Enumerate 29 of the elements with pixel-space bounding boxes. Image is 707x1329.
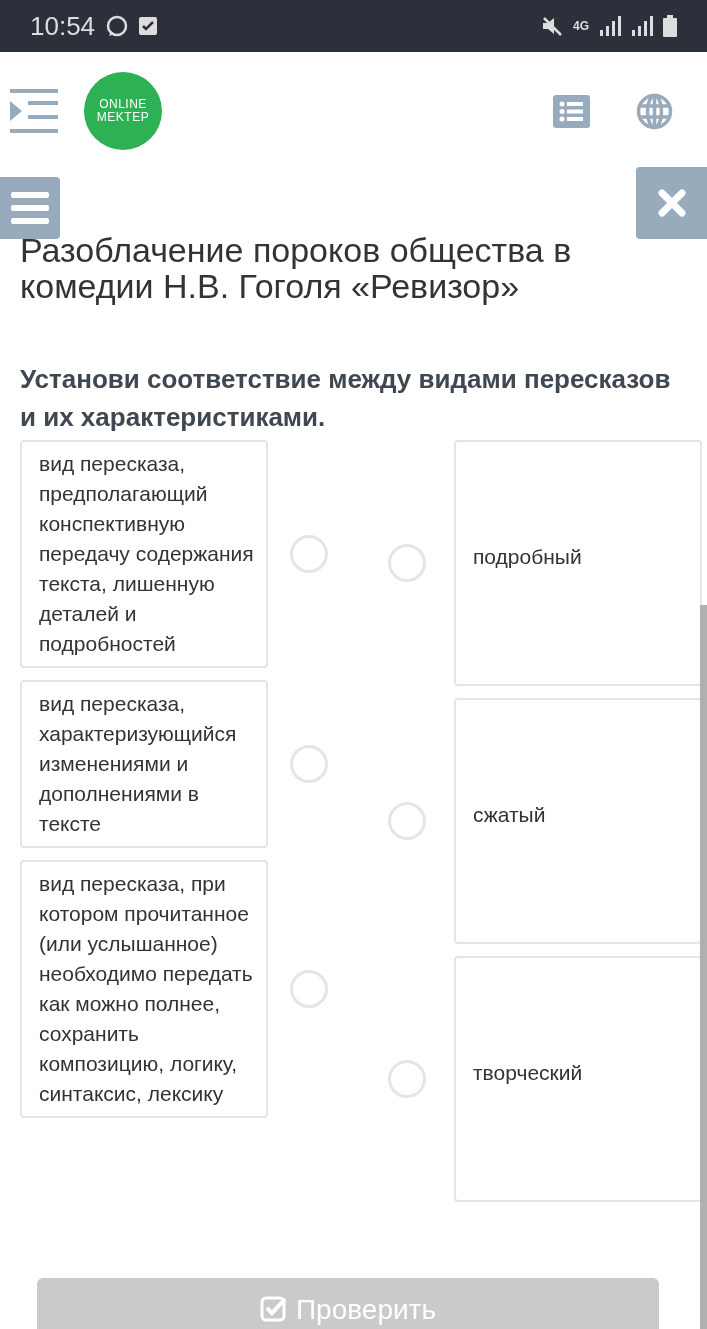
signal-icon	[631, 16, 653, 36]
match-card[interactable]: вид пересказа, предполагающий конспективную передачу содержания текста, лишенную деталей и подробностей	[20, 440, 268, 668]
match-card[interactable]: вид пересказа, характеризующийся изменениями и дополнениями в тексте	[20, 680, 268, 848]
connector-dot[interactable]	[388, 544, 426, 582]
scrollbar[interactable]	[700, 605, 707, 1329]
list-icon[interactable]	[553, 94, 590, 128]
clock: 10:54	[30, 10, 96, 42]
connector-dot[interactable]	[290, 970, 328, 1008]
network-label: 4G	[573, 20, 589, 32]
close-button[interactable]	[636, 167, 707, 239]
menu-icon	[11, 192, 49, 224]
chat-icon	[105, 14, 130, 38]
checkbox-icon	[139, 17, 158, 35]
page-title: Разоблачение пороков общества в комедии Н.В. Гоголя «Ревизор»	[20, 232, 573, 304]
connector-dot[interactable]	[290, 745, 328, 783]
signal-icon	[599, 16, 621, 36]
question-text: Установи соответствие между видами пересказов и их характеристиками.	[20, 363, 672, 434]
sidebar-toggle-icon[interactable]	[10, 89, 58, 133]
mute-icon	[541, 15, 563, 37]
connector-dot[interactable]	[388, 1060, 426, 1098]
match-card[interactable]: подробный	[454, 440, 702, 686]
globe-icon[interactable]	[636, 92, 673, 130]
connector-dot[interactable]	[290, 535, 328, 573]
battery-icon	[663, 15, 677, 37]
checkbox-icon	[260, 1294, 288, 1322]
menu-button[interactable]	[0, 177, 60, 239]
connector-dot[interactable]	[388, 802, 426, 840]
match-card[interactable]: вид пересказа, при котором прочитанное (или услышанное) необходимо передать как можно полнее, сохранить композицию, логику, синтаксис, лексику	[20, 860, 268, 1118]
close-icon	[657, 189, 686, 217]
